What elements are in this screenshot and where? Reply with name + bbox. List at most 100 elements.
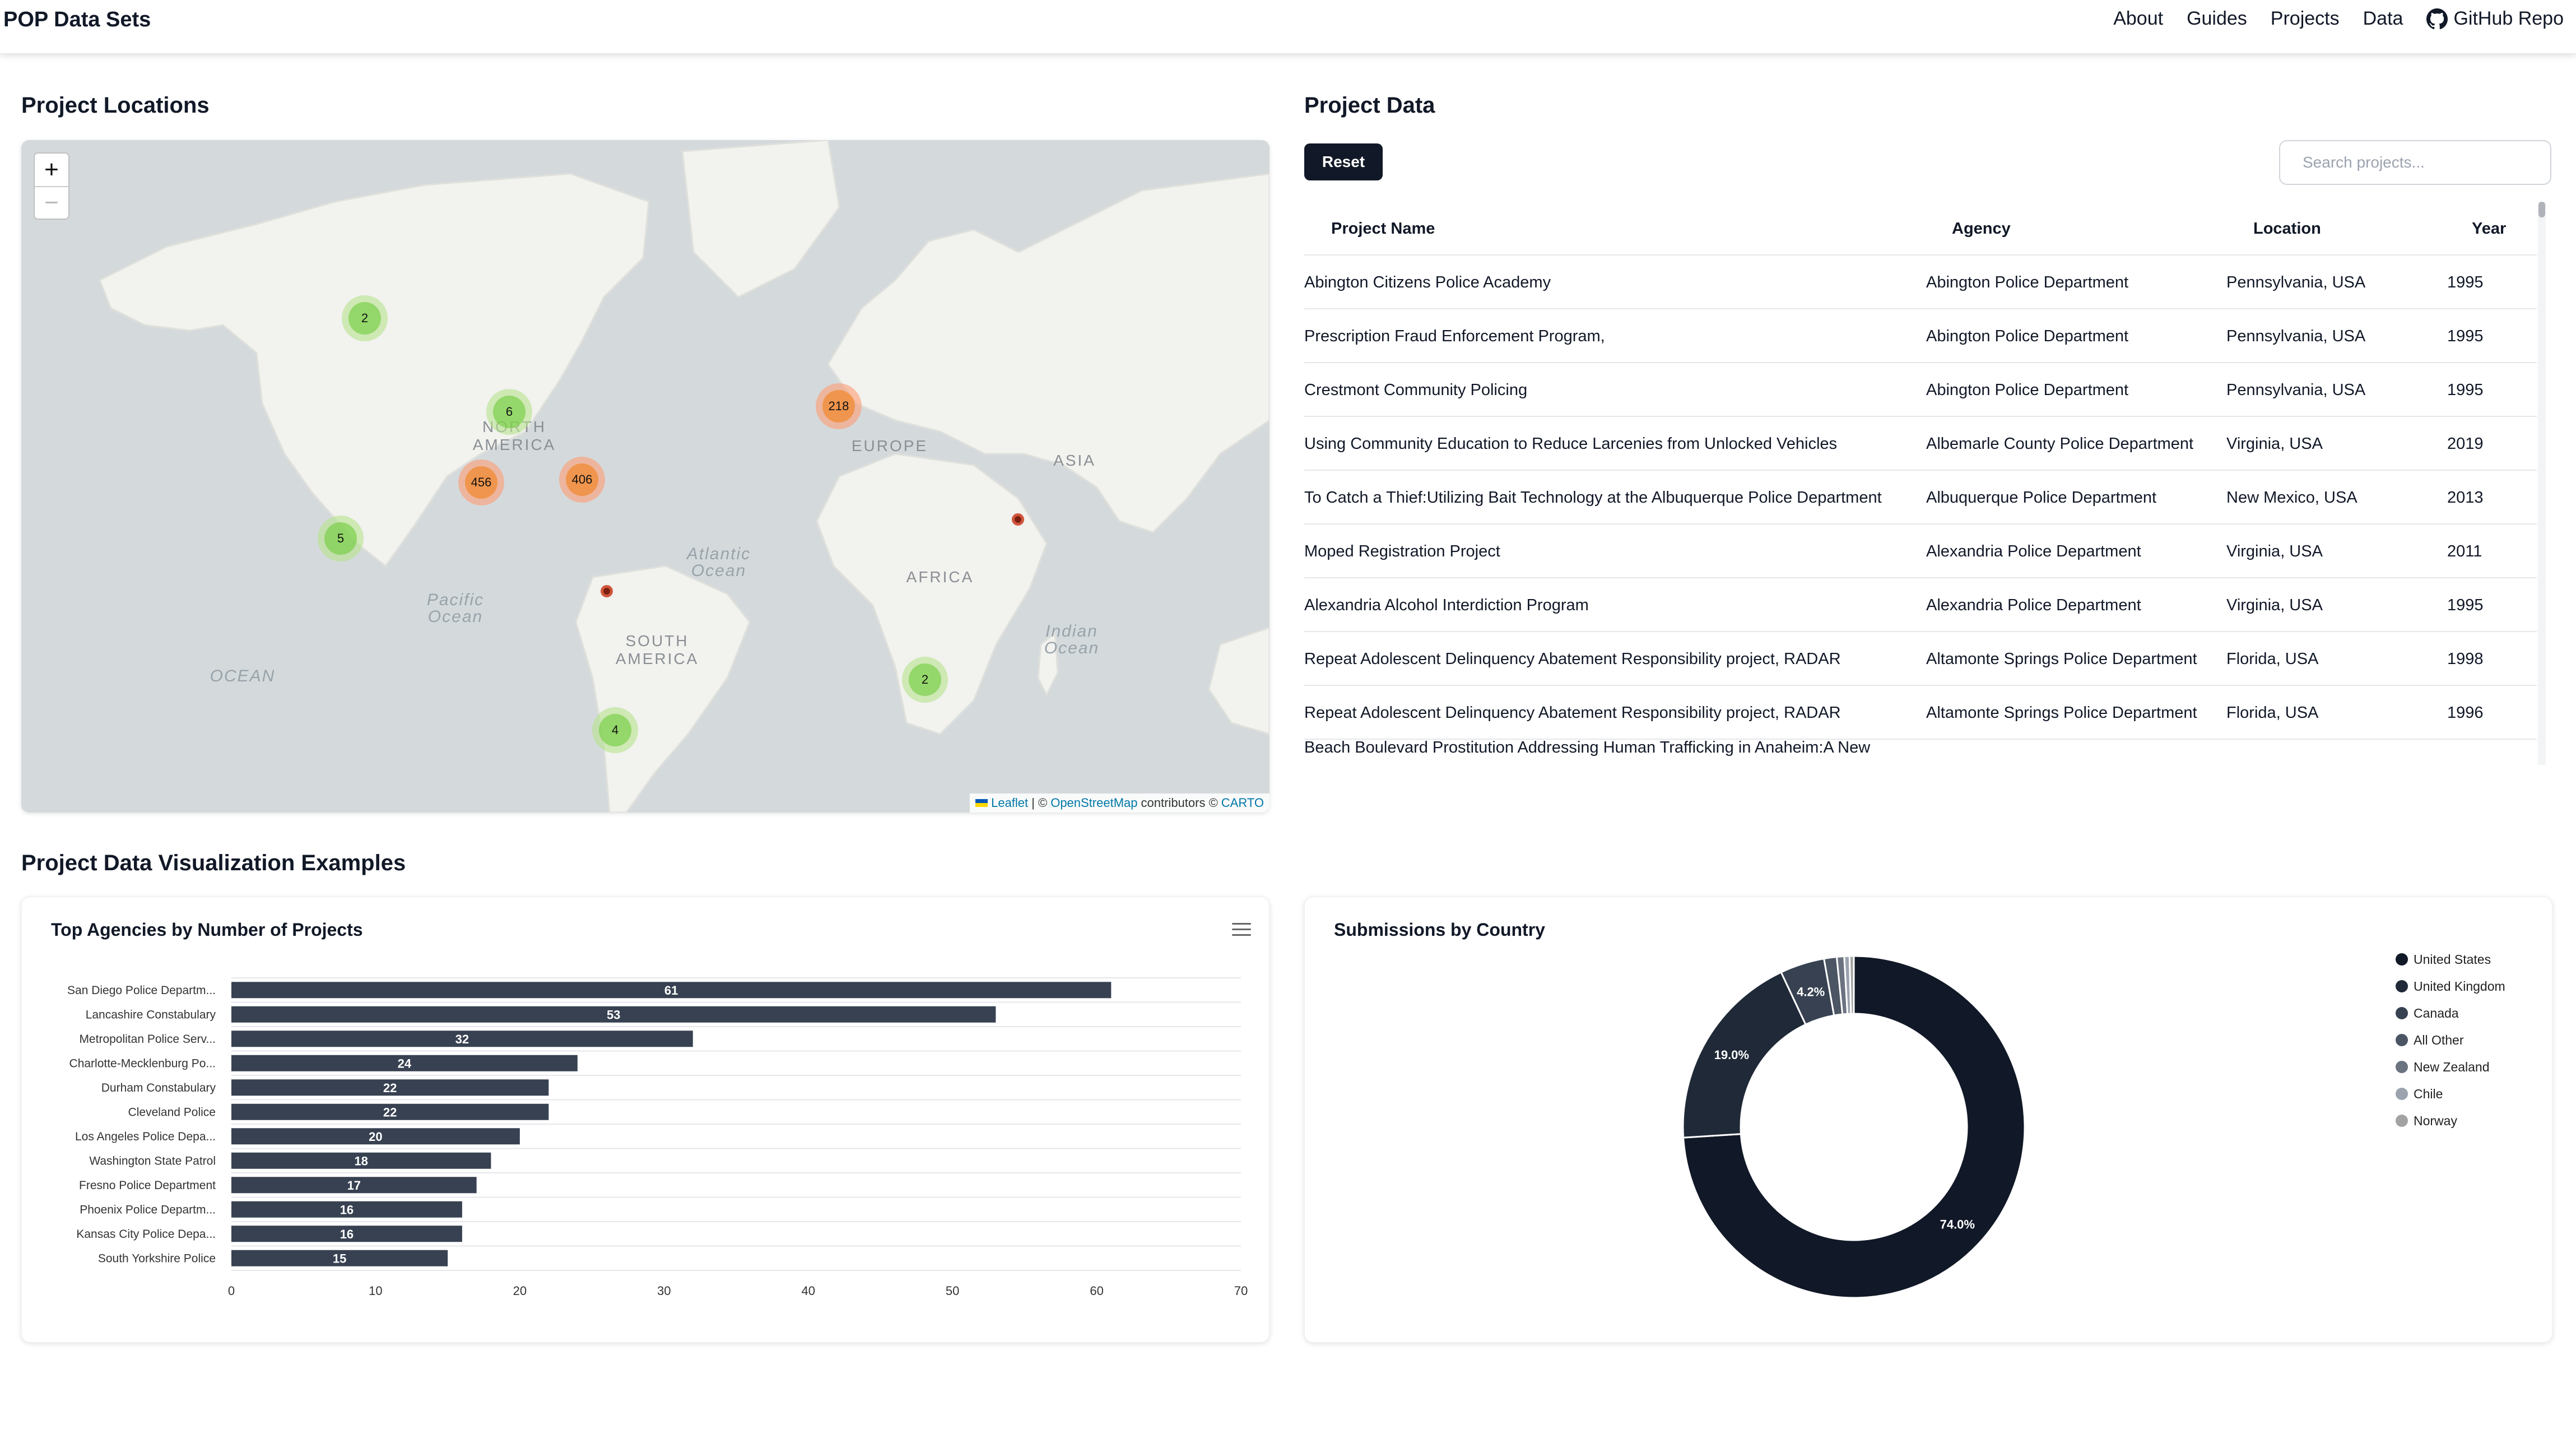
donut-data-label: 4.2% — [1797, 985, 1825, 999]
legend-item[interactable]: United States — [2396, 946, 2505, 973]
reset-button[interactable]: Reset — [1304, 143, 1383, 180]
legend-label: All Other — [2414, 1032, 2464, 1047]
map-cluster-marker[interactable]: 5 — [318, 516, 364, 561]
carto-link[interactable]: CARTO — [1221, 796, 1264, 810]
osm-link[interactable]: OpenStreetMap — [1050, 796, 1137, 810]
x-tick-label: 20 — [513, 1284, 527, 1298]
continent-label-asia: ASIA — [1053, 452, 1096, 469]
table-row[interactable]: Abington Citizens Police Academy Abingto… — [1304, 256, 2537, 309]
map-point-marker[interactable] — [601, 585, 613, 597]
donut-data-label: 74.0% — [1940, 1218, 1975, 1232]
cell-agency: Albemarle County Police Department — [1926, 435, 2194, 453]
map-cluster-marker[interactable]: 2 — [342, 295, 388, 341]
table-row[interactable]: Alexandria Alcohol Interdiction Program … — [1304, 578, 2537, 632]
table-row[interactable]: Using Community Education to Reduce Larc… — [1304, 417, 2537, 471]
legend-swatch — [2396, 953, 2408, 966]
table-row[interactable]: Beach Boulevard Prostitution Addressing … — [1304, 731, 2537, 765]
legend-swatch — [2396, 1007, 2408, 1019]
table-row[interactable]: To Catch a Thief:Utilizing Bait Technolo… — [1304, 471, 2537, 525]
project-table: Project Name Agency Location Year Abingt… — [1304, 202, 2537, 765]
table-header-row: Project Name Agency Location Year — [1304, 202, 2537, 256]
nav-link-about[interactable]: About — [2113, 8, 2163, 30]
column-header-agency[interactable]: Agency — [1952, 202, 2011, 256]
cell-agency: Abington Police Department — [1926, 381, 2129, 399]
project-map[interactable]: + − NORTH AMERICA EUROPE ASIA AFRICA SOU… — [21, 140, 1270, 813]
cell-project-name: Abington Citizens Police Academy — [1304, 273, 1551, 291]
category-label: Los Angeles Police Depa... — [75, 1130, 216, 1143]
nav-link-data[interactable]: Data — [2363, 8, 2403, 30]
legend-item[interactable]: Chile — [2396, 1080, 2505, 1107]
donut-chart-svg: 74.0% 19.0% 4.2% — [1682, 955, 2026, 1299]
legend-item[interactable]: United Kingdom — [2396, 973, 2505, 1000]
legend-label: Norway — [2414, 1113, 2457, 1128]
south-america-land — [575, 565, 751, 813]
nav-link-github[interactable]: GitHub Repo — [2426, 8, 2564, 30]
table-row[interactable]: Moped Registration Project Alexandria Po… — [1304, 525, 2537, 578]
bar-data-label: 61 — [664, 983, 678, 997]
map-zoom-control: + − — [34, 152, 69, 220]
submissions-by-country-card: Submissions by Country 74.0% 19.0% 4.2% — [1304, 897, 2552, 1343]
legend-item[interactable]: New Zealand — [2396, 1053, 2505, 1080]
column-header-location[interactable]: Location — [2253, 202, 2321, 256]
search-input[interactable]: Search projects... — [2279, 140, 2551, 185]
github-icon — [2426, 8, 2448, 29]
zoom-in-button[interactable]: + — [35, 154, 68, 186]
leaflet-link[interactable]: Leaflet — [991, 796, 1028, 810]
cell-project-name: Moped Registration Project — [1304, 542, 1500, 560]
brand-title[interactable]: POP Data Sets — [3, 8, 151, 32]
project-data-title: Project Data — [1304, 93, 1435, 118]
category-label: South Yorkshire Police — [98, 1252, 216, 1265]
australia-land — [1208, 626, 1270, 735]
bar-data-label: 17 — [347, 1178, 361, 1192]
ocean-label-atlantic: Atlantic Ocean — [686, 545, 751, 580]
category-label: Lancashire Constabulary — [86, 1008, 216, 1021]
world-basemap — [99, 140, 1270, 813]
legend-swatch — [2396, 1115, 2408, 1127]
map-cluster-marker[interactable]: 2 — [902, 657, 948, 703]
category-label: Charlotte-Mecklenburg Po... — [69, 1057, 216, 1070]
map-cluster-marker[interactable]: 456 — [458, 460, 504, 505]
map-cluster-marker[interactable]: 406 — [559, 457, 605, 503]
legend-label: United Kingdom — [2414, 978, 2505, 994]
ukraine-flag-icon — [975, 799, 988, 807]
table-row[interactable]: Crestmont Community Policing Abington Po… — [1304, 363, 2537, 417]
map-cluster-marker[interactable]: 4 — [592, 707, 638, 753]
cell-project-name: Alexandria Alcohol Interdiction Program — [1304, 596, 1589, 614]
continent-label-south-america: SOUTH AMERICA — [615, 632, 699, 667]
cluster-count: 5 — [324, 522, 357, 555]
cell-location: Virginia, USA — [2226, 596, 2323, 614]
visualization-section-title: Project Data Visualization Examples — [21, 851, 406, 875]
donut-slice[interactable] — [1848, 955, 1855, 1015]
scrollbar-thumb[interactable] — [2538, 202, 2545, 217]
cluster-count: 4 — [599, 714, 631, 746]
cell-year: 1995 — [2447, 381, 2484, 399]
nav-link-projects[interactable]: Projects — [2271, 8, 2340, 30]
nav-link-guides[interactable]: Guides — [2187, 8, 2247, 30]
legend-swatch — [2396, 1061, 2408, 1073]
cell-agency: Alexandria Police Department — [1926, 542, 2141, 560]
continent-label-europe: EUROPE — [851, 437, 928, 454]
table-row[interactable]: Repeat Adolescent Delinquency Abatement … — [1304, 632, 2537, 686]
table-row[interactable]: Prescription Fraud Enforcement Program, … — [1304, 309, 2537, 363]
x-tick-label: 60 — [1090, 1284, 1103, 1298]
bar-data-label: 20 — [369, 1130, 382, 1144]
legend-swatch — [2396, 980, 2408, 992]
column-header-project-name[interactable]: Project Name — [1331, 202, 1435, 256]
cell-project-name: Crestmont Community Policing — [1304, 381, 1528, 399]
zoom-out-button[interactable]: − — [35, 186, 68, 219]
legend-item[interactable]: Norway — [2396, 1107, 2505, 1134]
map-cluster-marker[interactable]: 6 — [486, 389, 532, 435]
ocean-label-ocean: OCEAN — [210, 667, 276, 685]
table-scrollbar[interactable] — [2538, 202, 2546, 765]
column-header-year[interactable]: Year — [2472, 202, 2506, 256]
legend-item[interactable]: Canada — [2396, 1000, 2505, 1027]
cell-location: Virginia, USA — [2226, 435, 2323, 453]
map-attribution: Leaflet | © OpenStreetMap contributors ©… — [970, 793, 1270, 813]
bar-data-label: 53 — [607, 1008, 620, 1022]
bar-data-label: 18 — [354, 1154, 368, 1168]
map-cluster-marker[interactable]: 218 — [816, 383, 862, 429]
cell-project-name: To Catch a Thief:Utilizing Bait Technolo… — [1304, 489, 1882, 507]
map-point-marker[interactable] — [1012, 513, 1024, 526]
legend-item[interactable]: All Other — [2396, 1027, 2505, 1053]
bar-chart-svg: 0 10 20 30 40 50 60 70 San Diego Police Departm.… — [67, 977, 1248, 1298]
